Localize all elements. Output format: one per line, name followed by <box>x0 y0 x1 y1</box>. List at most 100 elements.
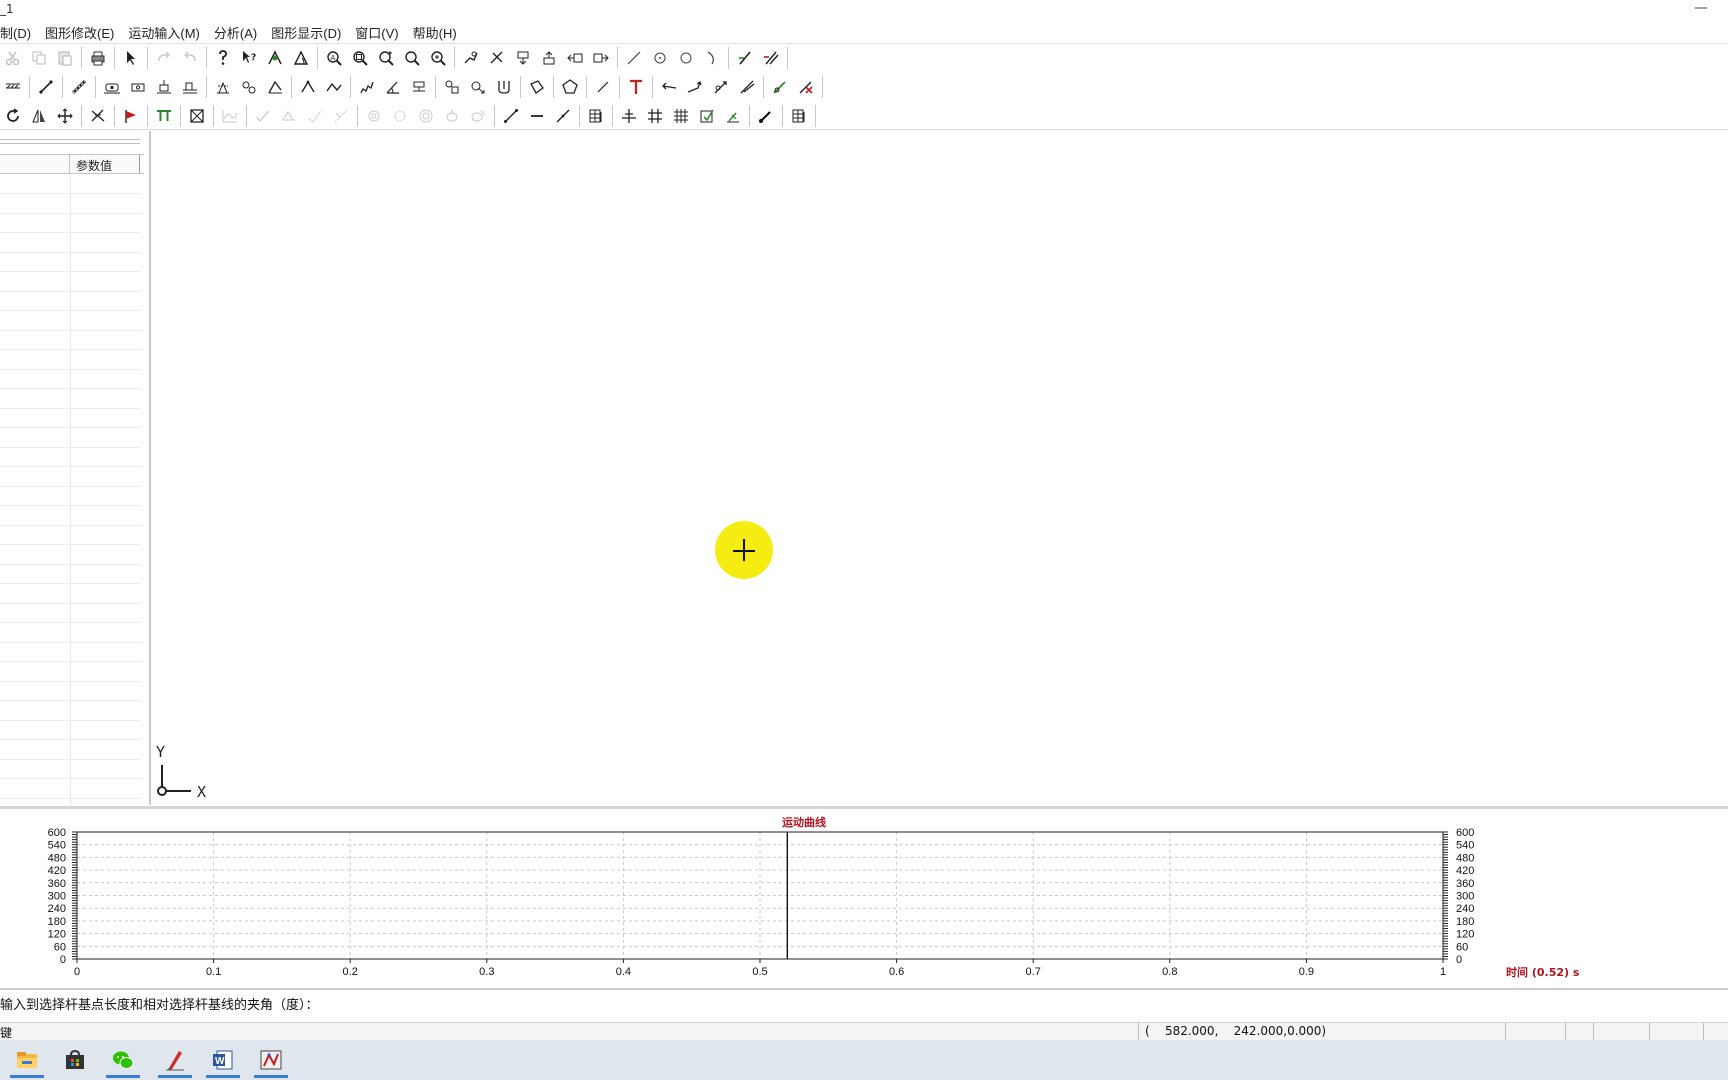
zoom-in-icon[interactable] <box>373 46 399 70</box>
data-table-icon[interactable] <box>583 104 609 128</box>
mechanism-app-icon[interactable] <box>250 1042 292 1078</box>
zoom-out-icon[interactable] <box>399 46 425 70</box>
zoom-window-icon[interactable] <box>347 46 373 70</box>
copy-icon[interactable] <box>26 46 52 70</box>
dyad-icon[interactable] <box>262 75 288 99</box>
cam-profile-icon[interactable] <box>439 104 465 128</box>
word-icon[interactable]: W <box>202 1042 244 1078</box>
minimize-button[interactable]: — <box>1686 0 1716 20</box>
pen-app-icon[interactable] <box>154 1042 196 1078</box>
menu-motion-input[interactable]: 运动输入(M) <box>128 23 200 42</box>
guide-rail-icon[interactable] <box>177 75 203 99</box>
oblique-line-icon[interactable] <box>550 104 576 128</box>
ground-hatch-icon[interactable] <box>0 75 26 99</box>
move-up-icon[interactable] <box>536 46 562 70</box>
group-links-icon[interactable] <box>439 75 465 99</box>
triangle-link-icon[interactable] <box>295 75 321 99</box>
force-left-icon[interactable] <box>656 75 682 99</box>
platform-icon[interactable] <box>406 75 432 99</box>
cut-icon[interactable] <box>0 46 26 70</box>
redo-icon[interactable] <box>151 46 177 70</box>
parameter-table[interactable] <box>0 175 142 805</box>
file-explorer-icon[interactable] <box>6 1042 48 1078</box>
double-force-icon[interactable] <box>734 75 760 99</box>
menu-display[interactable]: 图形显示(D) <box>271 23 341 42</box>
parameter-value-column-header[interactable]: 参数值 <box>76 157 112 174</box>
property-table-icon[interactable] <box>786 104 812 128</box>
input-motion-icon[interactable] <box>767 75 793 99</box>
chain-link-icon[interactable] <box>321 75 347 99</box>
polygon-icon[interactable] <box>524 75 550 99</box>
ternary-link-icon[interactable] <box>66 75 92 99</box>
pan-icon[interactable] <box>458 46 484 70</box>
gear-train-icon[interactable] <box>413 104 439 128</box>
mirror-icon[interactable] <box>26 104 52 128</box>
piston-icon[interactable] <box>151 75 177 99</box>
menu-analysis[interactable]: 分析(A) <box>214 23 257 42</box>
context-help-icon[interactable]: ? <box>236 46 262 70</box>
rotate-icon[interactable] <box>0 104 26 128</box>
force-graph-icon[interactable] <box>328 104 354 128</box>
snap-grid-icon[interactable] <box>668 104 694 128</box>
drawing-canvas[interactable]: Y X <box>153 131 1728 805</box>
workspace-icon[interactable] <box>184 104 210 128</box>
zoom-realtime-icon[interactable] <box>425 46 451 70</box>
gear-profile-icon[interactable] <box>361 104 387 128</box>
flag-icon[interactable] <box>118 104 144 128</box>
menu-window[interactable]: 窗口(V) <box>355 23 398 42</box>
draw-circle-center-icon[interactable] <box>647 46 673 70</box>
grid-icon[interactable] <box>642 104 668 128</box>
draw-circle-icon[interactable] <box>673 46 699 70</box>
command-line[interactable]: 输入到选择杆基点长度和相对选择杆基线的夹角（度）： <box>0 988 1728 1022</box>
torque-icon[interactable] <box>708 75 734 99</box>
cam-design-icon[interactable] <box>465 104 491 128</box>
text-style-icon[interactable] <box>151 104 177 128</box>
text-icon[interactable] <box>623 75 649 99</box>
slider-joint-icon[interactable] <box>99 75 125 99</box>
menu-help[interactable]: 帮助(H) <box>413 23 457 42</box>
angle-input-icon[interactable] <box>380 75 406 99</box>
cam-follower-icon[interactable] <box>210 75 236 99</box>
draw-line-icon[interactable] <box>621 46 647 70</box>
acceleration-graph-icon[interactable] <box>302 104 328 128</box>
move-left-icon[interactable] <box>562 46 588 70</box>
curve-graph-icon[interactable] <box>217 104 243 128</box>
parameter-name-column-header[interactable] <box>0 155 70 173</box>
menu-draw[interactable]: 制(D) <box>0 23 31 42</box>
gear-mesh-icon[interactable] <box>387 104 413 128</box>
extend-icon[interactable] <box>758 46 784 70</box>
measure-distance-icon[interactable] <box>498 104 524 128</box>
zoom-all-icon[interactable]: A <box>321 46 347 70</box>
redraw-icon[interactable] <box>484 46 510 70</box>
axis-toggle-icon[interactable] <box>616 104 642 128</box>
mechanism-info-icon[interactable] <box>262 46 288 70</box>
motion-curve-chart[interactable]: 0601201802403003604204805406000601201802… <box>0 809 1728 987</box>
store-icon[interactable] <box>54 1042 96 1078</box>
pen-line-icon[interactable] <box>753 104 779 128</box>
single-line-icon[interactable] <box>590 75 616 99</box>
draw-arc-icon[interactable] <box>699 46 725 70</box>
measure-angle-icon[interactable] <box>288 46 314 70</box>
wechat-icon[interactable] <box>102 1042 144 1078</box>
move-icon[interactable] <box>52 104 78 128</box>
trim-icon[interactable] <box>732 46 758 70</box>
force-angle-icon[interactable] <box>682 75 708 99</box>
move-down-icon[interactable] <box>510 46 536 70</box>
trace-path-icon[interactable] <box>250 104 276 128</box>
gear-pair-icon[interactable] <box>236 75 262 99</box>
print-icon[interactable] <box>85 46 111 70</box>
scale-icon[interactable] <box>85 104 111 128</box>
move-right-icon[interactable] <box>588 46 614 70</box>
help-icon[interactable] <box>210 46 236 70</box>
horizontal-line-icon[interactable] <box>524 104 550 128</box>
slider-block-icon[interactable] <box>125 75 151 99</box>
ortho-icon[interactable] <box>694 104 720 128</box>
clamp-icon[interactable] <box>491 75 517 99</box>
velocity-graph-icon[interactable] <box>276 104 302 128</box>
delete-motion-icon[interactable] <box>793 75 819 99</box>
menu-edit-shape[interactable]: 图形修改(E) <box>45 23 114 42</box>
spring-icon[interactable] <box>354 75 380 99</box>
link-bar-icon[interactable] <box>33 75 59 99</box>
snap-angle-icon[interactable] <box>720 104 746 128</box>
select-pointer-icon[interactable] <box>118 46 144 70</box>
